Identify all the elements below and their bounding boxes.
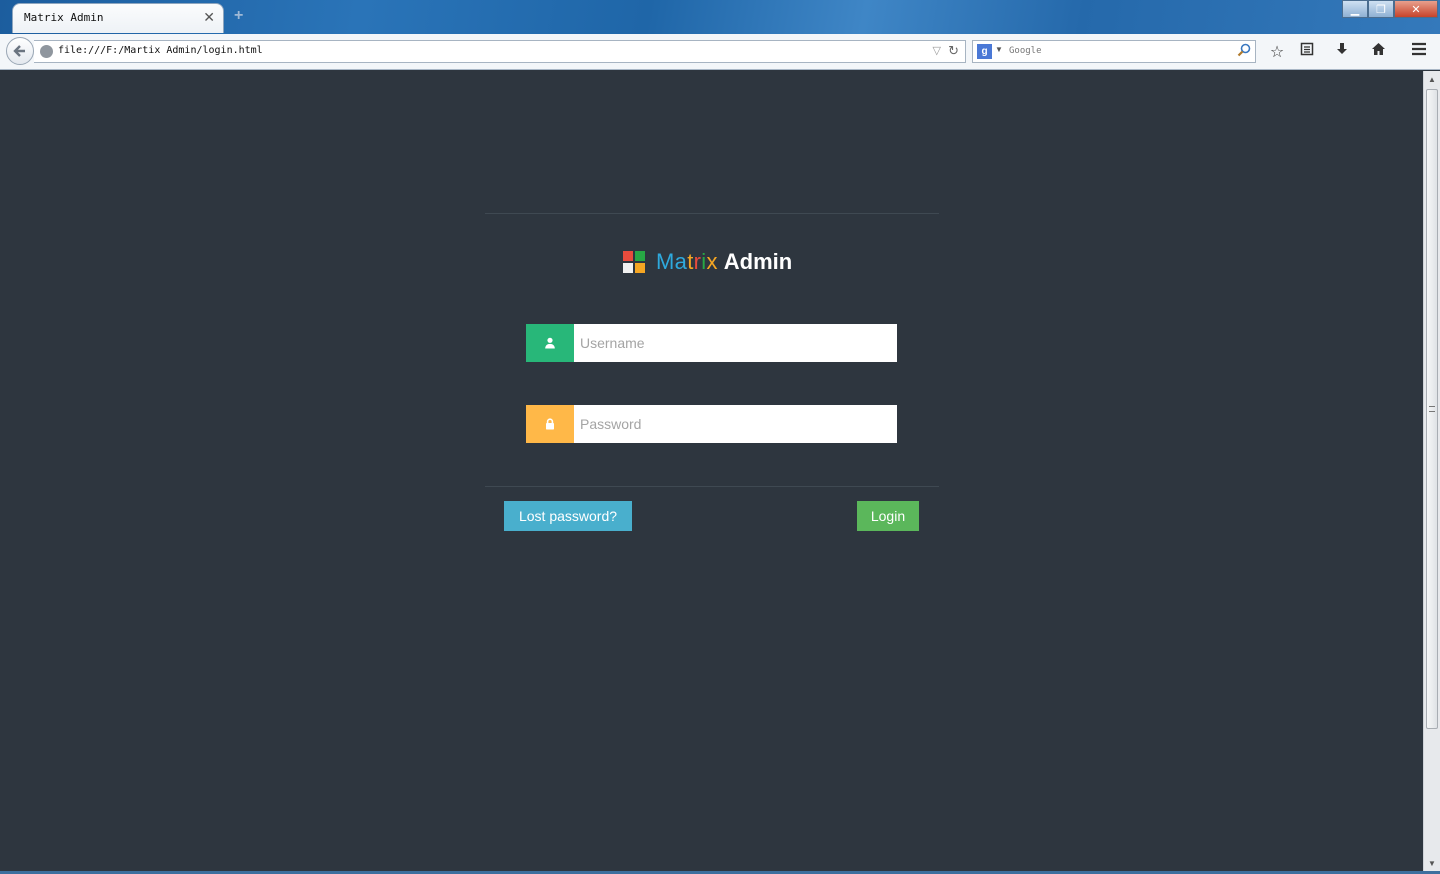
google-icon[interactable]: g bbox=[977, 44, 992, 59]
lock-icon bbox=[526, 405, 574, 443]
new-tab-icon[interactable]: + bbox=[234, 7, 243, 25]
logo-text-matrix: Matrix bbox=[656, 249, 718, 274]
home-icon[interactable] bbox=[1368, 42, 1388, 61]
browser-navbar: file:///F:/Martix Admin/login.html ▽ ↻ g… bbox=[0, 34, 1440, 70]
search-bar[interactable]: g ▼ Google bbox=[972, 40, 1256, 63]
download-icon[interactable] bbox=[1332, 42, 1352, 61]
user-icon bbox=[526, 324, 574, 362]
minimize-icon[interactable]: ▁ bbox=[1342, 0, 1368, 18]
menu-icon[interactable] bbox=[1409, 42, 1429, 61]
scroll-down-arrow-icon[interactable]: ▼ bbox=[1424, 855, 1440, 871]
scroll-up-arrow-icon[interactable]: ▲ bbox=[1424, 71, 1440, 87]
bookmarks-list-icon[interactable] bbox=[1297, 42, 1317, 61]
back-arrow-icon[interactable] bbox=[6, 37, 34, 65]
close-window-icon[interactable]: ✕ bbox=[1394, 0, 1438, 18]
lost-password-button[interactable]: Lost password? bbox=[504, 501, 632, 531]
search-icon[interactable] bbox=[1237, 43, 1251, 60]
restore-icon[interactable]: ❐ bbox=[1368, 0, 1394, 18]
logo-text-admin: Admin bbox=[723, 249, 793, 274]
username-group bbox=[526, 324, 897, 362]
scrollbar-thumb[interactable] bbox=[1426, 89, 1438, 729]
bottom-divider bbox=[485, 486, 939, 487]
globe-icon bbox=[40, 45, 53, 58]
top-divider bbox=[485, 213, 939, 214]
page-scrollbar[interactable]: ▲ ▼ bbox=[1423, 71, 1440, 871]
username-input[interactable] bbox=[574, 324, 897, 362]
password-group bbox=[526, 405, 897, 443]
address-bar[interactable]: file:///F:/Martix Admin/login.html ▽ ↻ bbox=[34, 40, 966, 63]
search-engine-caret-icon[interactable]: ▼ bbox=[995, 45, 1003, 54]
url-text[interactable]: file:///F:/Martix Admin/login.html bbox=[58, 45, 263, 56]
login-button[interactable]: Login bbox=[857, 501, 919, 531]
logo: Matrix Admin bbox=[623, 249, 792, 275]
browser-tab[interactable]: Matrix Admin ✕ bbox=[12, 3, 224, 33]
bookmark-star-icon[interactable]: ☆ bbox=[1267, 42, 1287, 62]
browser-titlebar: Matrix Admin ✕ + ▁ ❐ ✕ bbox=[0, 0, 1440, 34]
close-tab-icon[interactable]: ✕ bbox=[203, 9, 215, 26]
search-input[interactable]: Google bbox=[1009, 46, 1042, 56]
password-input[interactable] bbox=[574, 405, 897, 443]
logo-squares-icon bbox=[623, 251, 645, 273]
tab-title: Matrix Admin bbox=[24, 11, 104, 24]
window-controls: ▁ ❐ ✕ bbox=[1342, 0, 1438, 18]
url-dropdown-icon[interactable]: ▽ bbox=[933, 44, 941, 57]
reload-icon[interactable]: ↻ bbox=[948, 43, 959, 59]
